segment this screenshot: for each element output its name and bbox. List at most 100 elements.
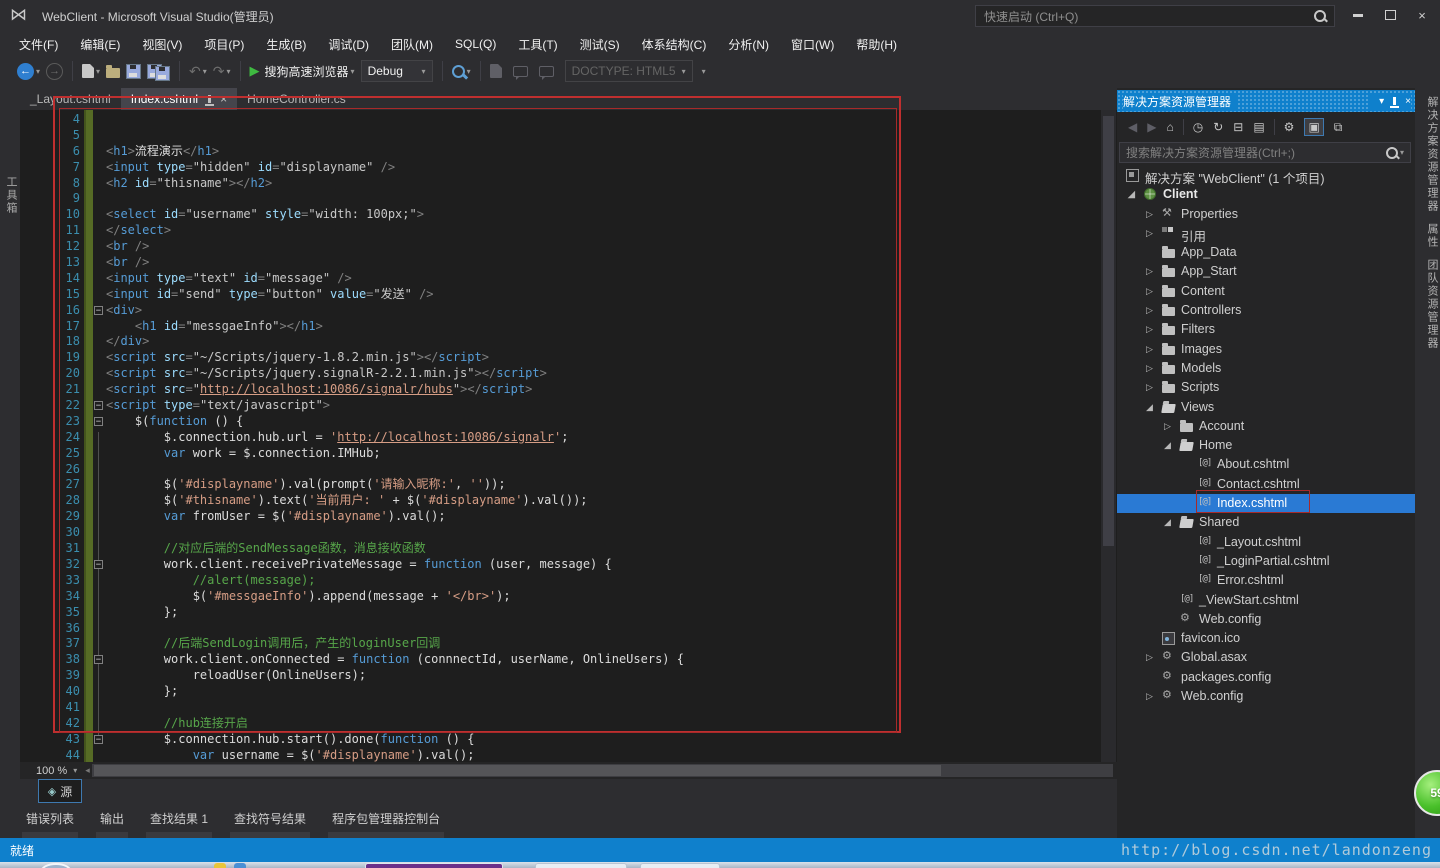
code-line[interactable]: 33 //alert(message); bbox=[20, 573, 1117, 589]
document-tab--layout-cshtml[interactable]: _Layout.cshtml bbox=[20, 88, 121, 110]
collapsed-arrow-icon[interactable]: ▷ bbox=[1164, 421, 1171, 432]
code-line[interactable]: 31 //对应后端的SendMessage函数，消息接收函数 bbox=[20, 541, 1117, 557]
collapsed-arrow-icon[interactable]: ▷ bbox=[1146, 305, 1153, 316]
code-line[interactable]: 32− work.client.receivePrivateMessage = … bbox=[20, 557, 1117, 573]
menu-item[interactable]: 视图(V) bbox=[131, 33, 193, 56]
tree-item-contact-cshtml[interactable]: [@]Contact.cshtml bbox=[1117, 475, 1415, 494]
tree-item-views[interactable]: ◢Views bbox=[1117, 398, 1415, 417]
code-line[interactable]: 36 bbox=[20, 621, 1117, 637]
fold-collapse-icon[interactable]: − bbox=[94, 655, 103, 664]
code-line[interactable]: 40 }; bbox=[20, 684, 1117, 700]
document-outline-button[interactable] bbox=[490, 59, 502, 83]
chevron-down-icon[interactable]: ▾ bbox=[467, 67, 471, 76]
save-all-button[interactable] bbox=[147, 59, 170, 83]
undo-button[interactable]: ↶▾ bbox=[189, 59, 207, 83]
new-file-button[interactable]: ▾ bbox=[82, 59, 100, 83]
menu-item[interactable]: SQL(Q) bbox=[444, 34, 507, 54]
menu-item[interactable]: 团队(M) bbox=[380, 33, 444, 56]
zoom-level-dropdown[interactable]: 100 % bbox=[36, 765, 67, 777]
tree-item-app_data[interactable]: App_Data bbox=[1117, 243, 1415, 262]
quick-launch-input[interactable]: 快速启动 (Ctrl+Q) bbox=[975, 5, 1335, 27]
taskbar-icon[interactable] bbox=[214, 863, 226, 868]
collapsed-arrow-icon[interactable]: ▷ bbox=[1146, 209, 1153, 220]
bottom-tab-错误列表[interactable]: 错误列表 bbox=[20, 806, 80, 838]
close-button[interactable]: × bbox=[1408, 4, 1436, 26]
collapsed-arrow-icon[interactable]: ▷ bbox=[1146, 382, 1153, 393]
code-line[interactable]: 35 }; bbox=[20, 605, 1117, 621]
collapsed-arrow-icon[interactable]: ▷ bbox=[1146, 691, 1153, 702]
code-line[interactable]: 34 $('#messgaeInfo').append(message + '<… bbox=[20, 589, 1117, 605]
code-line[interactable]: 28 $('#thisname').text('当前用户: ' + $('#di… bbox=[20, 493, 1117, 509]
find-in-files-button[interactable]: ▾ bbox=[452, 59, 471, 83]
scroll-left-arrow[interactable]: ◂ bbox=[85, 765, 90, 776]
wrench-icon[interactable]: ⚙ bbox=[1284, 120, 1295, 134]
code-line[interactable]: 41 bbox=[20, 700, 1117, 716]
uncomment-button[interactable] bbox=[534, 59, 554, 83]
code-line[interactable]: 44 var username = $('#displayname').val(… bbox=[20, 748, 1117, 762]
tree-item--webclient-1-[interactable]: 解决方案 "WebClient" (1 个项目) bbox=[1117, 166, 1415, 185]
code-line[interactable]: 5 bbox=[20, 128, 1117, 144]
menu-item[interactable]: 生成(B) bbox=[255, 33, 317, 56]
fold-collapse-icon[interactable]: − bbox=[94, 417, 103, 426]
bottom-tab-查找符号结果[interactable]: 查找符号结果 bbox=[228, 806, 312, 838]
comment-button[interactable] bbox=[508, 59, 528, 83]
menu-item[interactable]: 测试(S) bbox=[569, 33, 631, 56]
tree-item-client[interactable]: ◢Client bbox=[1117, 185, 1415, 204]
tree-item-home[interactable]: ◢Home bbox=[1117, 436, 1415, 455]
code-line[interactable]: 11</select> bbox=[20, 223, 1117, 239]
solution-configuration-dropdown[interactable]: Debug ▾ bbox=[361, 60, 433, 82]
vertical-tab-团队资源管理器[interactable]: 团队资源管理器 bbox=[1424, 259, 1440, 350]
tree-item-filters[interactable]: ▷Filters bbox=[1117, 320, 1415, 339]
code-line[interactable]: 37 //后端SendLogin调用后，产生的loginUser回调 bbox=[20, 636, 1117, 652]
code-line[interactable]: 6<h1>流程演示</h1> bbox=[20, 144, 1117, 160]
properties-page-icon[interactable]: ▤ bbox=[1253, 120, 1264, 134]
tree-item-_layout-cshtml[interactable]: [@]_Layout.cshtml bbox=[1117, 533, 1415, 552]
menu-item[interactable]: 调试(D) bbox=[317, 33, 380, 56]
source-view-button[interactable]: ◈ 源 bbox=[38, 779, 82, 803]
floating-badge[interactable]: 59 bbox=[1414, 770, 1440, 816]
scrollbar-thumb[interactable] bbox=[94, 765, 942, 776]
start-debug-button[interactable]: ▶ 搜狗高速浏览器 ▾ bbox=[250, 59, 355, 83]
navigate-back-button[interactable]: ←▾ bbox=[17, 59, 40, 83]
document-tab-index-cshtml[interactable]: Index.cshtml× bbox=[121, 88, 237, 110]
code-line[interactable]: 38− work.client.onConnected = function (… bbox=[20, 652, 1117, 668]
tree-item-global-asax[interactable]: ▷⚙Global.asax bbox=[1117, 648, 1415, 667]
menu-item[interactable]: 窗口(W) bbox=[780, 33, 845, 56]
collapsed-arrow-icon[interactable]: ▷ bbox=[1146, 286, 1153, 297]
collapse-all-icon[interactable]: ⊟ bbox=[1233, 120, 1243, 134]
navigate-forward-button[interactable]: → bbox=[46, 59, 63, 83]
editor-horizontal-scrollbar[interactable] bbox=[92, 764, 1113, 777]
code-line[interactable]: 29 var fromUser = $('#displayname').val(… bbox=[20, 509, 1117, 525]
expanded-arrow-icon[interactable]: ◢ bbox=[1146, 402, 1153, 413]
tree-item-web-config[interactable]: ▷⚙Web.config bbox=[1117, 687, 1415, 706]
menu-item[interactable]: 体系结构(C) bbox=[631, 33, 718, 56]
code-line[interactable]: 15<input id="send" type="button" value="… bbox=[20, 287, 1117, 303]
collapsed-arrow-icon[interactable]: ▷ bbox=[1146, 344, 1153, 355]
scrollbar-thumb[interactable] bbox=[1103, 116, 1114, 546]
chevron-down-icon[interactable]: ▾ bbox=[203, 67, 207, 76]
taskbar-icon[interactable] bbox=[234, 863, 246, 868]
code-line[interactable]: 18</div> bbox=[20, 334, 1117, 350]
menu-item[interactable]: 分析(N) bbox=[717, 33, 780, 56]
sync-icon[interactable]: ◷ bbox=[1193, 120, 1203, 134]
tree-item-index-cshtml[interactable]: [@]Index.cshtml bbox=[1117, 494, 1415, 513]
tree-item-web-config[interactable]: ⚙Web.config bbox=[1117, 610, 1415, 629]
code-line[interactable]: 4 bbox=[20, 112, 1117, 128]
fold-collapse-icon[interactable]: − bbox=[94, 735, 103, 744]
restore-button[interactable] bbox=[1376, 4, 1404, 26]
search-icon[interactable] bbox=[1386, 147, 1398, 159]
menu-item[interactable]: 帮助(H) bbox=[845, 33, 908, 56]
forward-icon[interactable]: ▶ bbox=[1147, 120, 1156, 134]
code-line[interactable]: 25 var work = $.connection.IMHub; bbox=[20, 446, 1117, 462]
preview-selected-icon[interactable]: ▣ bbox=[1304, 118, 1323, 136]
menu-item[interactable]: 编辑(E) bbox=[69, 33, 131, 56]
tree-item-packages-config[interactable]: ⚙packages.config bbox=[1117, 668, 1415, 687]
solution-search-input[interactable]: 搜索解决方案资源管理器(Ctrl+;) ▾ bbox=[1119, 142, 1411, 163]
code-line[interactable]: 12<br /> bbox=[20, 239, 1117, 255]
collapsed-arrow-icon[interactable]: ▷ bbox=[1146, 266, 1153, 277]
code-line[interactable]: 17 <h1 id="messgaeInfo"></h1> bbox=[20, 319, 1117, 335]
tree-item-_viewstart-cshtml[interactable]: [@]_ViewStart.cshtml bbox=[1117, 591, 1415, 610]
window-position-icon[interactable]: ▾ bbox=[1379, 96, 1384, 107]
code-line[interactable]: 10<select id="username" style="width: 10… bbox=[20, 207, 1117, 223]
code-line[interactable]: 30 bbox=[20, 525, 1117, 541]
